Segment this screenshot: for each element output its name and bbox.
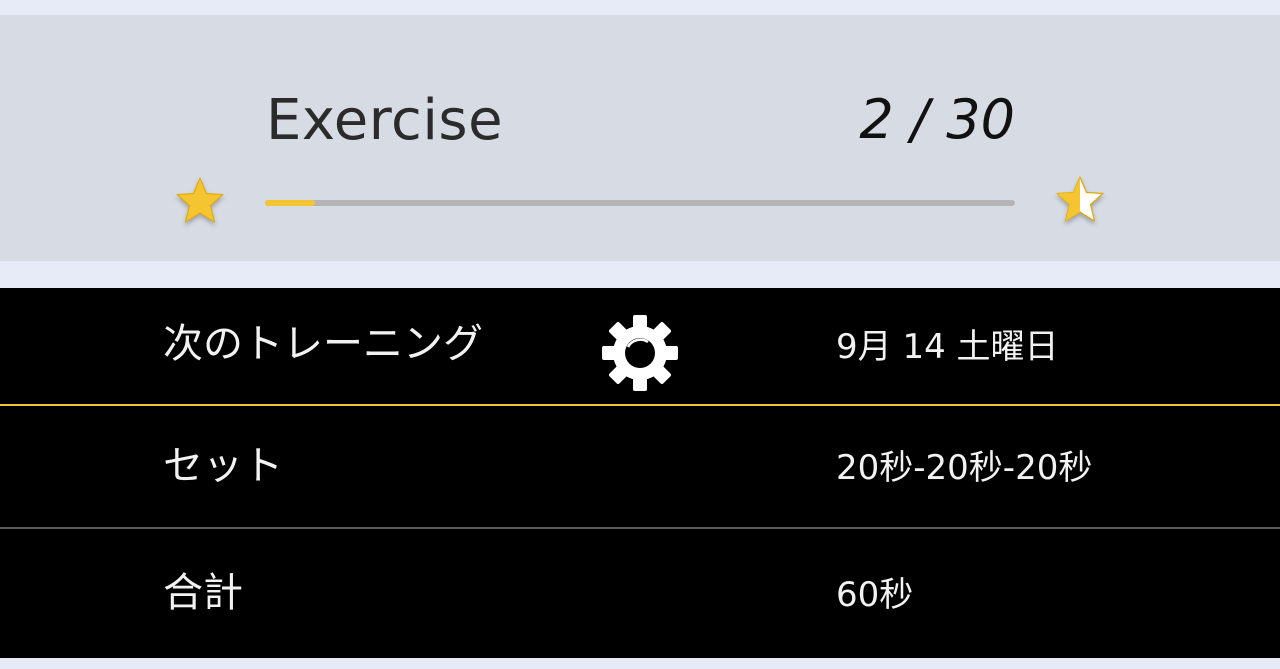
sets-label: セット bbox=[163, 443, 283, 489]
star-full-icon bbox=[172, 173, 228, 229]
next-training-row: 次のトレーニング 9月 14 土曜日 bbox=[0, 288, 1280, 405]
next-training-date: 9月 14 土曜日 bbox=[836, 327, 1059, 367]
exercise-header: Exercise 2 / 30 bbox=[0, 15, 1280, 261]
next-training-label: 次のトレーニング bbox=[163, 321, 483, 367]
total-row: 合計 60秒 bbox=[0, 529, 1280, 658]
training-info-panel: 次のトレーニング 9月 14 土曜日 セット 20秒-20秒-20秒 合計 60… bbox=[0, 288, 1280, 658]
exercise-title: Exercise bbox=[266, 88, 504, 153]
exercise-counter: 2 / 30 bbox=[859, 88, 1015, 151]
sets-row: セット 20秒-20秒-20秒 bbox=[0, 406, 1280, 527]
mid-strip bbox=[0, 261, 1280, 288]
gear-icon[interactable] bbox=[598, 311, 682, 395]
bottom-strip bbox=[0, 658, 1280, 669]
progress-fill bbox=[265, 200, 316, 206]
top-strip bbox=[0, 0, 1280, 15]
total-value: 60秒 bbox=[836, 575, 914, 615]
sets-value: 20秒-20秒-20秒 bbox=[836, 448, 1093, 488]
progress-bar bbox=[265, 200, 1015, 206]
total-label: 合計 bbox=[163, 570, 243, 616]
star-half-icon bbox=[1052, 172, 1108, 228]
